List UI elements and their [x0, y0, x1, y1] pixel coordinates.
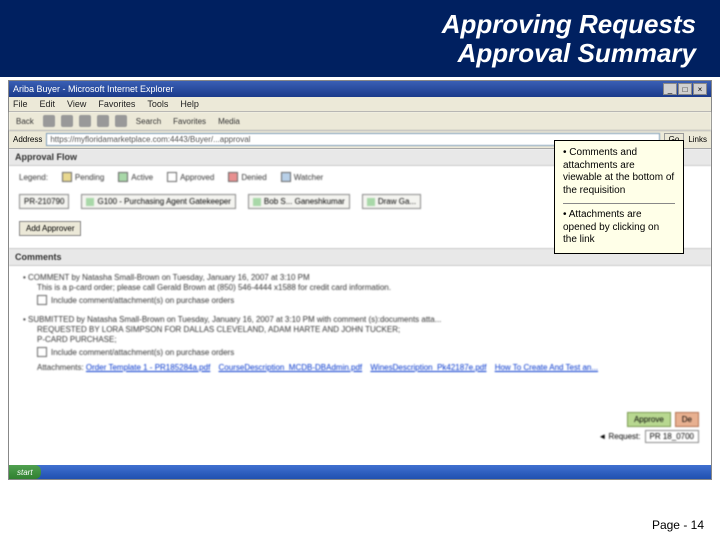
- annotation-callout: • Comments and attachments are viewable …: [554, 140, 684, 254]
- menu-tools[interactable]: Tools: [147, 99, 168, 109]
- favorites-button[interactable]: Favorites: [170, 116, 209, 127]
- minimize-icon[interactable]: _: [663, 83, 677, 95]
- legend-approved-icon: [167, 172, 177, 182]
- checkbox[interactable]: [37, 347, 47, 357]
- menu-view[interactable]: View: [67, 99, 86, 109]
- legend-active-icon: [118, 172, 128, 182]
- comment-head: SUBMITTED by Natasha Small-Brown on Tues…: [28, 315, 441, 324]
- deny-button[interactable]: De: [675, 412, 699, 427]
- start-button[interactable]: start: [9, 465, 41, 479]
- links-label: Links: [688, 135, 707, 144]
- legend-watcher: Watcher: [294, 173, 324, 182]
- home-icon: [115, 115, 127, 127]
- menu-help[interactable]: Help: [180, 99, 199, 109]
- forward-icon: [61, 115, 73, 127]
- comment-body: This is a p-card order; please call Gera…: [37, 283, 697, 292]
- comment-body: P-CARD PURCHASE;: [37, 335, 697, 344]
- comments-body: • COMMENT by Natasha Small-Brown on Tues…: [9, 266, 711, 388]
- legend-active: Active: [131, 173, 153, 182]
- address-label: Address: [13, 135, 42, 144]
- menu-favorites[interactable]: Favorites: [98, 99, 135, 109]
- window-controls: _ □ ×: [663, 83, 707, 95]
- title-line1: Approving Requests: [442, 9, 696, 39]
- flow-node[interactable]: Draw Ga...: [362, 194, 421, 209]
- stop-icon: [79, 115, 91, 127]
- menu-file[interactable]: File: [13, 99, 28, 109]
- status-dot-icon: [253, 198, 261, 206]
- legend-pending-icon: [62, 172, 72, 182]
- attachment-link[interactable]: WinesDescription_Pk42187e.pdf: [370, 363, 486, 372]
- comment-head: COMMENT by Natasha Small-Brown on Tuesda…: [28, 273, 310, 282]
- refresh-icon: [97, 115, 109, 127]
- attachment-link[interactable]: CourseDescription_MCDB-DBAdmin.pdf: [219, 363, 363, 372]
- slide-title: Approving Requests Approval Summary: [0, 0, 720, 77]
- callout-text-2: • Attachments are opened by clicking on …: [563, 203, 675, 247]
- checkbox-label: Include comment/attachment(s) on purchas…: [51, 296, 234, 305]
- taskbar: start: [9, 465, 711, 479]
- search-button[interactable]: Search: [133, 116, 164, 127]
- window-title: Ariba Buyer - Microsoft Internet Explore…: [13, 84, 174, 94]
- comment-body: REQUESTED BY LORA SIMPSON FOR DALLAS CLE…: [37, 325, 697, 334]
- legend-watcher-icon: [281, 172, 291, 182]
- status-dot-icon: [86, 198, 94, 206]
- attachments-label: Attachments:: [37, 363, 84, 372]
- menu-bar: File Edit View Favorites Tools Help: [9, 97, 711, 112]
- legend-denied: Denied: [241, 173, 266, 182]
- status-dot-icon: [367, 198, 375, 206]
- request-id: PR 18_0700: [645, 430, 699, 443]
- page-number: Page - 14: [652, 518, 704, 532]
- callout-text-1: • Comments and attachments are viewable …: [563, 147, 675, 197]
- flow-node[interactable]: PR-210790: [19, 194, 69, 209]
- legend-pending: Pending: [75, 173, 104, 182]
- media-button[interactable]: Media: [215, 116, 243, 127]
- attachment-link[interactable]: How To Create And Test an...: [495, 363, 598, 372]
- legend-label: Legend:: [19, 173, 48, 182]
- legend-approved: Approved: [180, 173, 214, 182]
- request-nav-label[interactable]: ◄ Request:: [598, 432, 640, 441]
- ie-toolbar: Back Search Favorites Media: [9, 112, 711, 131]
- approve-button[interactable]: Approve: [627, 412, 671, 427]
- attachment-link[interactable]: Order Template 1 - PR185284a.pdf: [86, 363, 210, 372]
- checkbox[interactable]: [37, 295, 47, 305]
- comment-block: • SUBMITTED by Natasha Small-Brown on Tu…: [23, 315, 697, 372]
- checkbox-label: Include comment/attachment(s) on purchas…: [51, 348, 234, 357]
- flow-node[interactable]: G100 - Purchasing Agent Gatekeeper: [81, 194, 235, 209]
- window-titlebar: Ariba Buyer - Microsoft Internet Explore…: [9, 81, 711, 97]
- close-icon[interactable]: ×: [693, 83, 707, 95]
- legend-denied-icon: [228, 172, 238, 182]
- back-button[interactable]: Back: [13, 116, 37, 127]
- back-icon: [43, 115, 55, 127]
- comment-block: • COMMENT by Natasha Small-Brown on Tues…: [23, 273, 697, 305]
- action-buttons: Approve De ◄ Request: PR 18_0700: [598, 412, 699, 443]
- add-approver-button[interactable]: Add Approver: [19, 221, 81, 236]
- attachments-row: Attachments: Order Template 1 - PR185284…: [37, 363, 697, 372]
- flow-node[interactable]: Bob S... Ganeshkumar: [248, 194, 350, 209]
- menu-edit[interactable]: Edit: [40, 99, 56, 109]
- maximize-icon[interactable]: □: [678, 83, 692, 95]
- title-line2: Approval Summary: [458, 38, 696, 68]
